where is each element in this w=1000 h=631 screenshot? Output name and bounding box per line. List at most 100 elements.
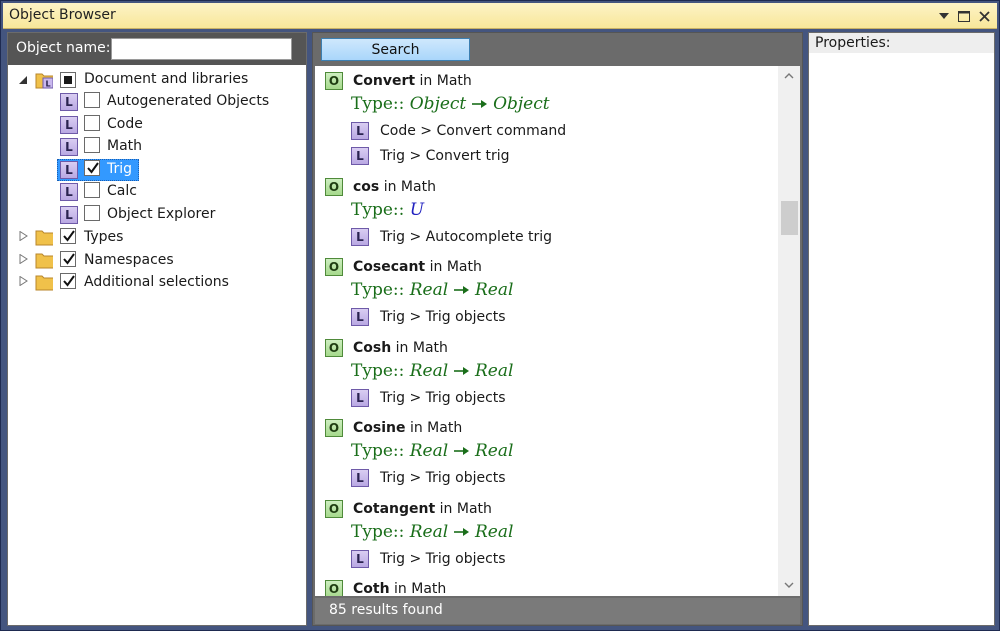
library-icon: L [351, 469, 369, 487]
result-name: Cosine in Math [353, 420, 463, 436]
title-bar[interactable]: Object Browser [3, 3, 997, 29]
object-icon: O [325, 500, 343, 518]
folder-icon [35, 253, 53, 269]
maximize-icon[interactable] [955, 5, 973, 27]
result-type-signature: Type:: Real Real [351, 522, 514, 542]
tree-item-label: Math [107, 138, 143, 154]
tree-item-label: Additional selections [84, 274, 229, 290]
library-path: Trig > Trig objects [380, 390, 506, 406]
window-title: Object Browser [9, 7, 116, 23]
library-path: Code > Convert command [380, 123, 567, 139]
result-name: Cotangent in Math [353, 501, 492, 517]
folder-library-icon: L [35, 73, 53, 89]
library-tree-panel: Object name: L Document and libraries L … [7, 32, 307, 626]
object-icon: O [325, 339, 343, 357]
tree-checkbox[interactable] [60, 72, 76, 88]
library-icon: L [351, 550, 369, 568]
arrow-right-icon [453, 367, 469, 375]
object-name-filter: Object name: [8, 33, 306, 65]
result-name: Coth in Math [353, 581, 447, 596]
object-icon: O [325, 72, 343, 90]
tree-checkbox[interactable] [84, 160, 100, 176]
tree-item-document-and-libraries[interactable]: L Document and libraries [8, 69, 306, 91]
library-icon: L [60, 138, 78, 156]
object-icon: O [325, 178, 343, 196]
library-path: Trig > Trig objects [380, 551, 506, 567]
search-button[interactable]: Search [321, 38, 470, 61]
tree-checkbox[interactable] [84, 205, 100, 221]
results-count: 85 results found [329, 602, 443, 618]
library-path: Trig > Trig objects [380, 309, 506, 325]
properties-panel: Properties: [808, 32, 995, 626]
results-scrollbar[interactable] [778, 66, 800, 596]
result-type-signature: Type:: Real Real [351, 361, 514, 381]
scroll-down-icon[interactable] [783, 579, 795, 591]
result-type-signature: Type:: U [351, 200, 425, 220]
tree-checkbox[interactable] [60, 273, 76, 289]
tree-item-label: Code [107, 116, 143, 132]
tree-item-additional-selections[interactable]: Additional selections [8, 271, 306, 293]
library-path: Trig > Convert trig [380, 148, 510, 164]
collapsed-arrow-icon[interactable] [19, 276, 29, 286]
checkmark-icon [87, 162, 99, 174]
tree-checkbox[interactable] [84, 115, 100, 131]
library-icon: L [351, 228, 369, 246]
tree-item-label: Calc [107, 183, 137, 199]
object-name-input[interactable] [111, 38, 292, 60]
properties-header: Properties: [809, 33, 994, 53]
folder-icon [35, 275, 53, 291]
object-icon: O [325, 419, 343, 437]
tree-item-types[interactable]: Types [8, 226, 306, 248]
search-results-panel: Search O Convert in Math Type:: Object O… [312, 32, 803, 626]
result-type-signature: Type:: Real Real [351, 441, 514, 461]
tree-checkbox[interactable] [84, 137, 100, 153]
properties-label: Properties: [815, 35, 891, 51]
arrow-right-icon [453, 528, 469, 536]
object-icon: O [325, 258, 343, 276]
result-name: Convert in Math [353, 73, 472, 89]
library-icon: L [351, 308, 369, 326]
checkmark-icon [63, 230, 75, 242]
result-name: Cosecant in Math [353, 259, 482, 275]
collapsed-arrow-icon[interactable] [19, 254, 29, 264]
checkmark-icon [63, 275, 75, 287]
tree-item-object-explorer[interactable]: L Object Explorer [8, 204, 306, 226]
library-icon: L [60, 161, 78, 179]
library-icon: L [60, 93, 78, 111]
tree-checkbox[interactable] [84, 92, 100, 108]
library-path: Trig > Autocomplete trig [380, 229, 553, 245]
dropdown-icon[interactable] [935, 5, 953, 27]
tree-item-code[interactable]: L Code [8, 114, 306, 136]
object-name-label: Object name: [16, 40, 111, 56]
scroll-thumb[interactable] [781, 201, 798, 235]
library-icon: L [351, 122, 369, 140]
library-icon: L [60, 206, 78, 224]
object-browser-window: Object Browser Object name: L Document a… [0, 0, 1000, 631]
library-icon: L [60, 116, 78, 134]
tree-item-label: Types [84, 229, 124, 245]
results-list[interactable]: O Convert in Math Type:: Object Object L… [315, 66, 800, 596]
result-type-signature: Type:: Object Object [351, 94, 550, 114]
folder-icon [35, 230, 53, 246]
window-controls [935, 5, 993, 27]
tree-checkbox[interactable] [60, 251, 76, 267]
tree-checkbox[interactable] [84, 182, 100, 198]
tree-item-label: Object Explorer [107, 206, 216, 222]
result-name: cos in Math [353, 179, 436, 195]
tree-item-namespaces[interactable]: Namespaces [8, 249, 306, 271]
tree-checkbox[interactable] [60, 228, 76, 244]
close-icon[interactable] [975, 5, 993, 27]
collapsed-arrow-icon[interactable] [19, 231, 29, 241]
arrow-right-icon [453, 447, 469, 455]
library-icon: L [351, 147, 369, 165]
object-icon: O [325, 580, 343, 596]
tree-item-autogenerated-objects[interactable]: L Autogenerated Objects [8, 91, 306, 113]
result-type-signature: Type:: Real Real [351, 280, 514, 300]
scroll-up-icon[interactable] [783, 70, 795, 82]
tree-item-trig[interactable]: L Trig [8, 159, 306, 181]
tree-item-calc[interactable]: L Calc [8, 181, 306, 203]
expanded-arrow-icon[interactable] [18, 75, 28, 85]
tree-item-label: Document and libraries [84, 71, 249, 87]
tree-item-math[interactable]: L Math [8, 136, 306, 158]
result-name: Cosh in Math [353, 340, 448, 356]
